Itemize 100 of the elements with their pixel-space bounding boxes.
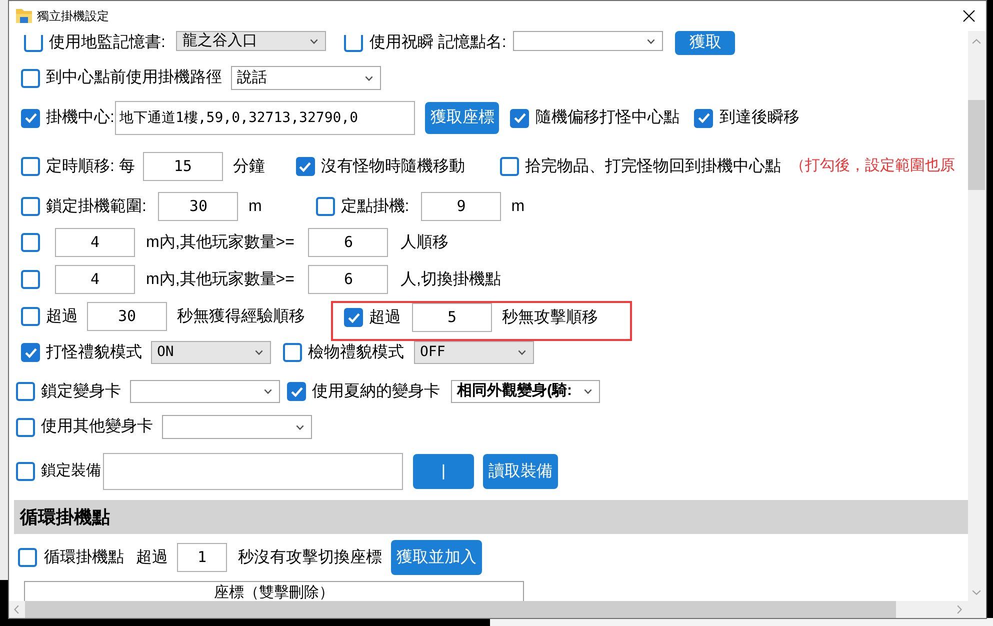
checkbox-label: 定時順移: 每	[46, 156, 135, 176]
chevron-left-icon	[14, 605, 19, 614]
label-text: 秒沒有攻擊切換座標	[238, 548, 382, 568]
label-text: 人順移	[400, 232, 448, 252]
checkbox[interactable]	[21, 233, 40, 252]
action-button[interactable]: 獲取並加入	[391, 540, 482, 575]
text-field[interactable]: 6	[308, 228, 388, 257]
label-text: 超過	[136, 548, 168, 568]
checkbox[interactable]	[21, 197, 40, 216]
section-header: 循環掛機點	[14, 500, 968, 534]
checkbox[interactable]	[16, 418, 35, 436]
checkbox[interactable]	[16, 462, 35, 481]
window-title: 獨立掛機設定	[37, 8, 109, 25]
checkbox[interactable]	[316, 197, 335, 216]
checkbox[interactable]	[21, 108, 40, 128]
checkbox-label: 鎖定變身卡	[41, 382, 121, 402]
checkmark-icon	[299, 162, 312, 172]
action-button[interactable]: |	[413, 454, 474, 489]
chevron-up-icon	[972, 39, 981, 44]
text-field[interactable]: 30	[158, 192, 238, 221]
checkbox-label: 掛機中心:	[46, 108, 114, 128]
scrollbar-thumb[interactable]	[968, 100, 985, 190]
checkmark-icon	[514, 113, 526, 123]
list-box[interactable]: 座標（雙擊刪除）	[24, 581, 524, 601]
chevron-down-icon	[972, 590, 981, 595]
checkbox-label: 鎖定裝備	[41, 461, 101, 482]
chevron-down-icon	[365, 76, 373, 80]
checkbox[interactable]	[16, 382, 35, 401]
vertical-scrollbar[interactable]	[968, 31, 985, 601]
dropdown[interactable]: ON	[151, 341, 271, 364]
checkmark-icon	[698, 113, 710, 123]
checkbox[interactable]	[21, 307, 40, 326]
text-field[interactable]: 15	[142, 152, 223, 181]
chevron-down-icon	[647, 38, 656, 44]
text-field[interactable]: 6	[308, 265, 388, 294]
warning-text: （打勾後，設定範圍也原	[790, 156, 955, 176]
checkbox-label: 沒有怪物時隨機移動	[320, 156, 465, 176]
checkbox-label: 定點掛機:	[340, 196, 410, 216]
checkmark-icon	[348, 312, 360, 322]
text-field[interactable]: 4	[55, 265, 135, 294]
chevron-right-icon	[957, 605, 962, 614]
checkbox-label: 檢物禮貌模式	[308, 342, 404, 362]
checkbox[interactable]	[21, 270, 40, 289]
label-text: 分鐘	[232, 156, 265, 176]
text-field[interactable]: 30	[87, 302, 167, 331]
text-field[interactable]: 9	[421, 192, 502, 221]
checkbox[interactable]	[24, 34, 43, 52]
label-text: 秒無獲得經驗順移	[177, 306, 305, 326]
label-text: m內,其他玩家數量>=	[146, 232, 294, 252]
dropdown[interactable]	[513, 31, 664, 51]
checkmark-icon	[290, 386, 302, 396]
close-icon	[963, 10, 975, 22]
checkbox[interactable]	[283, 343, 302, 362]
action-button[interactable]: 獲取	[675, 31, 736, 55]
dropdown[interactable]	[162, 415, 312, 439]
text-field[interactable]: 1	[177, 543, 227, 572]
checkbox[interactable]	[296, 157, 315, 176]
checkbox-label: 拾完物品、打完怪物回到掛機中心點	[524, 156, 781, 176]
checkbox[interactable]	[21, 343, 40, 362]
checkbox-label: 使用夏納的變身卡	[312, 382, 440, 402]
checkbox[interactable]	[18, 548, 37, 567]
folder-icon	[16, 9, 32, 23]
checkbox-label: 到中心點前使用掛機路徑	[46, 68, 222, 88]
dropdown[interactable]: 相同外觀變身(騎:	[451, 380, 600, 403]
checkbox[interactable]	[21, 68, 40, 88]
action-button[interactable]: 讀取裝備	[483, 454, 558, 489]
text-field[interactable]: 5	[412, 303, 492, 332]
dropdown[interactable]: 龍之谷入口	[176, 31, 326, 51]
chevron-down-icon	[584, 389, 592, 394]
label-text: 秒無攻擊順移	[502, 308, 598, 328]
label-text: m	[511, 196, 525, 216]
checkbox-label: 鎖定掛機範圍:	[46, 196, 146, 216]
text-field[interactable]	[103, 453, 403, 490]
checkbox-label: 使用地監記憶書:	[49, 32, 166, 53]
checkmark-icon	[24, 348, 36, 358]
checkbox-label: 到達後瞬移	[719, 108, 800, 128]
chevron-down-icon	[296, 424, 304, 430]
label-text: m	[248, 196, 262, 216]
checkbox-label: 隨機偏移打怪中心點	[535, 108, 680, 128]
text-field[interactable]: 地下通道1樓,59,0,32713,32790,0	[115, 101, 416, 135]
chevron-down-icon	[255, 350, 263, 355]
chevron-down-icon	[264, 389, 272, 394]
checkbox[interactable]	[21, 157, 40, 176]
checkbox-label: 打怪禮貌模式	[46, 342, 142, 362]
checkbox[interactable]	[344, 308, 363, 327]
dropdown[interactable]	[130, 380, 280, 403]
checkbox[interactable]	[510, 108, 530, 128]
checkbox[interactable]	[500, 157, 519, 176]
checkbox[interactable]	[287, 382, 306, 401]
label-text: m內,其他玩家數量>=	[146, 270, 294, 290]
checkbox-label: 使用祝瞬 記憶點名:	[369, 32, 506, 53]
checkbox[interactable]	[694, 108, 714, 128]
dropdown[interactable]: OFF	[414, 341, 534, 364]
checkbox[interactable]	[344, 34, 364, 52]
text-field[interactable]: 4	[55, 228, 135, 257]
checkmark-icon	[24, 113, 36, 123]
checkbox-label: 使用其他變身卡	[41, 416, 153, 437]
dropdown[interactable]: 說話	[231, 66, 381, 90]
action-button[interactable]: 獲取座標	[425, 102, 500, 134]
checkbox-label: 超過	[46, 306, 78, 326]
